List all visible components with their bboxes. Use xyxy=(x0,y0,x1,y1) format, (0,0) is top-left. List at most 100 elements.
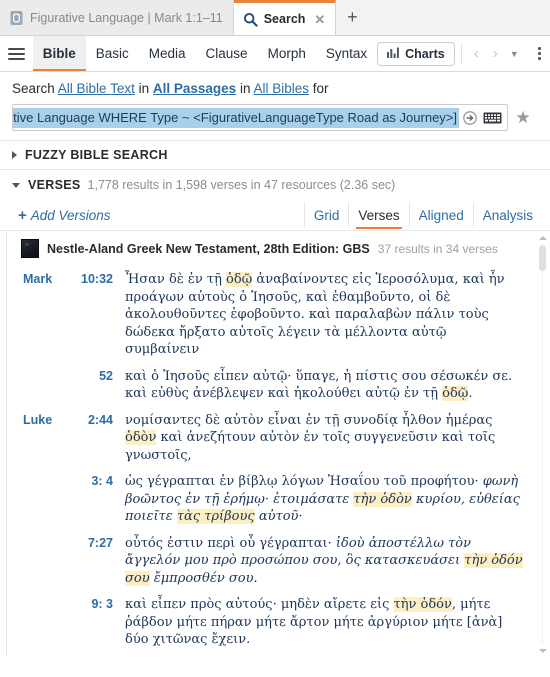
view-tab-label: Aligned xyxy=(418,207,464,223)
tool-tab-label: Bible xyxy=(42,46,76,61)
scrollbar-track[interactable] xyxy=(542,244,543,644)
verse-reference-link[interactable]: 3: 4 xyxy=(67,473,113,491)
search-input-row: bel Figurative Language WHERE Type ~ <Fi… xyxy=(12,104,538,131)
search-input[interactable]: bel Figurative Language WHERE Type ~ <Fi… xyxy=(13,107,459,128)
search-in-label-1: in xyxy=(138,81,150,96)
tab-basic[interactable]: Basic xyxy=(86,36,139,71)
document-icon xyxy=(9,10,24,26)
verse-reference-link[interactable]: 2:44 xyxy=(67,412,113,430)
highlighted-term: τὴν ὁδὸν xyxy=(353,491,412,507)
tab-media[interactable]: Media xyxy=(139,36,196,71)
tab-figurative-language[interactable]: Figurative Language | Mark 1:1–11 xyxy=(0,0,234,35)
keyboard-icon[interactable] xyxy=(481,111,507,125)
verse-row: 3: 4 ὡς γέγραπται ἐν βίβλῳ λόγων Ἠσαΐου τ… xyxy=(13,473,524,526)
highlighted-term: τὰς τρίβους xyxy=(176,509,255,524)
caret-down-icon[interactable]: ▼ xyxy=(506,49,523,59)
close-icon[interactable]: ✕ xyxy=(314,13,325,26)
highlighted-term: ὁδὸν xyxy=(125,430,157,445)
view-tab-label: Grid xyxy=(313,207,340,223)
go-arrow-icon[interactable] xyxy=(459,110,481,125)
tool-tab-label: Morph xyxy=(267,46,306,61)
view-tab-analysis[interactable]: Analysis xyxy=(472,202,542,228)
bar-chart-icon xyxy=(387,47,400,61)
plus-icon: + xyxy=(347,7,358,27)
verse-reference-link[interactable]: 7:27 xyxy=(67,535,113,553)
scrollbar-thumb[interactable] xyxy=(539,245,546,271)
view-tab-label: Verses xyxy=(358,207,400,223)
resource-title[interactable]: Nestle-Aland Greek New Testament, 28th E… xyxy=(47,242,370,256)
view-tab-grid[interactable]: Grid xyxy=(303,202,349,228)
highlighted-term: τὴν ὁδόν xyxy=(393,597,452,612)
fuzzy-bible-search-section[interactable]: FUZZY BIBLE SEARCH xyxy=(0,140,550,170)
verse-text-run: καὶ εἶπεν πρὸς αὐτούς· μηδὲν αἴρετε εἰς xyxy=(125,597,394,612)
verse-text-run: ὡς γέγραπται ἐν βίβλῳ λόγων Ἠσαΐου τοῦ π… xyxy=(125,474,483,489)
search-results-panel: Nestle-Aland Greek New Testament, 28th E… xyxy=(0,230,550,657)
verse-reference-link[interactable]: 52 xyxy=(67,368,113,386)
tab-search[interactable]: Search ✕ xyxy=(233,0,337,35)
highlighted-term: ὁδῷ xyxy=(442,386,469,401)
verses-section-header[interactable]: VERSES 1,778 results in 1,598 verses in … xyxy=(0,170,550,200)
highlighted-term: ὁδῷ xyxy=(226,272,253,287)
book-cover-icon xyxy=(21,239,39,258)
triangle-right-icon xyxy=(12,151,17,159)
verse-text-run: καὶ ἀνεζήτουν αὐτὸν ἐν τοῖς συγγενεῦσιν … xyxy=(125,430,496,463)
chevron-left-icon[interactable]: ‹ xyxy=(468,46,485,61)
search-tool-tab-row: Bible Basic Media Clause Morph Syntax Ch… xyxy=(0,36,550,72)
verse-text[interactable]: καὶ εἶπεν πρὸς αὐτούς· μηδὲν αἴρετε εἰς … xyxy=(113,596,524,649)
star-icon[interactable]: ★ xyxy=(508,104,538,131)
results-scroll-area: Nestle-Aland Greek New Testament, 28th E… xyxy=(6,231,550,657)
tab-clause[interactable]: Clause xyxy=(196,36,258,71)
search-input-value: bel Figurative Language WHERE Type ~ <Fi… xyxy=(13,109,457,125)
resource-result-count: 37 results in 34 verses xyxy=(377,241,498,256)
add-versions-label: Add Versions xyxy=(30,207,111,223)
verses-label: VERSES xyxy=(28,178,81,192)
resource-header[interactable]: Nestle-Aland Greek New Testament, 28th E… xyxy=(13,231,524,262)
tab-syntax[interactable]: Syntax xyxy=(316,36,377,71)
tool-tab-label: Syntax xyxy=(325,46,368,61)
plus-icon: + xyxy=(18,206,27,224)
verse-text-run: νομίσαντες δὲ αὐτὸν εἶναι ἐν τῇ συνοδίᾳ … xyxy=(125,412,493,428)
scope-passages-link[interactable]: All Passages xyxy=(153,81,236,96)
charts-button[interactable]: Charts xyxy=(377,41,455,66)
fuzzy-bible-search-label: FUZZY BIBLE SEARCH xyxy=(25,148,168,162)
search-scope-line: Search All Bible Text in All Passages in… xyxy=(12,81,538,96)
tab-bible[interactable]: Bible xyxy=(32,36,86,71)
verse-book-label[interactable]: Luke xyxy=(13,412,67,430)
charts-label: Charts xyxy=(405,46,445,61)
add-versions-button[interactable]: + Add Versions xyxy=(18,207,111,224)
verse-text[interactable]: νομίσαντες δὲ αὐτὸν εἶναι ἐν τῇ συνοδίᾳ … xyxy=(113,412,524,465)
verse-reference-link[interactable]: 9: 3 xyxy=(67,596,113,614)
view-tab-verses[interactable]: Verses xyxy=(348,202,408,229)
search-for-label: for xyxy=(312,81,329,96)
tool-tab-label: Basic xyxy=(95,46,129,61)
hamburger-icon[interactable] xyxy=(0,36,33,71)
chevron-right-icon[interactable]: › xyxy=(487,46,504,61)
view-tab-label: Analysis xyxy=(482,207,533,223)
browser-tab-bar: Figurative Language | Mark 1:1–11 Search… xyxy=(0,0,550,36)
tab-bar-filler xyxy=(368,0,550,35)
results-scrollbar[interactable] xyxy=(537,231,548,657)
scope-bible-text-link[interactable]: All Bible Text xyxy=(58,81,135,96)
verse-row: 9: 3 καὶ εἶπεν πρὸς αὐτούς· μηδὲν αἴρετε … xyxy=(13,596,524,649)
verse-text-run: Ἦσαν δὲ ἐν τῇ xyxy=(125,272,227,287)
verse-text[interactable]: καὶ ὁ Ἰησοῦς εἶπεν αὐτῷ· ὕπαγε, ἡ πίστις… xyxy=(113,368,524,403)
search-query-box[interactable]: bel Figurative Language WHERE Type ~ <Fi… xyxy=(12,104,508,131)
results-count-text: 1,778 results in 1,598 verses in 47 reso… xyxy=(87,178,396,192)
tab-label: Search xyxy=(263,12,306,26)
tab-label: Figurative Language | Mark 1:1–11 xyxy=(30,10,223,25)
verse-text[interactable]: οὗτός ἐστιν περὶ οὗ γέγραπται· ἰδοὺ ἀποσ… xyxy=(113,535,524,588)
tab-morph[interactable]: Morph xyxy=(258,36,316,71)
verse-text[interactable]: Ἦσαν δὲ ἐν τῇ ὁδῷ ἀναβαίνοντες εἰς Ἱεροσ… xyxy=(113,271,524,359)
triangle-down-icon[interactable] xyxy=(538,646,547,655)
scope-bibles-link[interactable]: All Bibles xyxy=(254,81,310,96)
verse-reference-link[interactable]: 10:32 xyxy=(67,271,113,289)
verse-text[interactable]: ὡς γέγραπται ἐν βίβλῳ λόγων Ἠσαΐου τοῦ π… xyxy=(113,473,524,526)
triangle-up-icon[interactable] xyxy=(538,233,547,242)
verse-text-run: αὐτοῦ· xyxy=(254,509,303,524)
verse-row: 52 καὶ ὁ Ἰησοῦς εἶπεν αὐτῷ· ὕπαγε, ἡ πίστ… xyxy=(13,368,524,403)
kebab-menu-icon[interactable] xyxy=(529,36,550,71)
verse-book-label[interactable]: Mark xyxy=(13,271,67,289)
view-tab-aligned[interactable]: Aligned xyxy=(408,202,473,228)
new-tab-button[interactable]: + xyxy=(336,0,369,35)
search-prefix-label: Search xyxy=(12,81,55,96)
